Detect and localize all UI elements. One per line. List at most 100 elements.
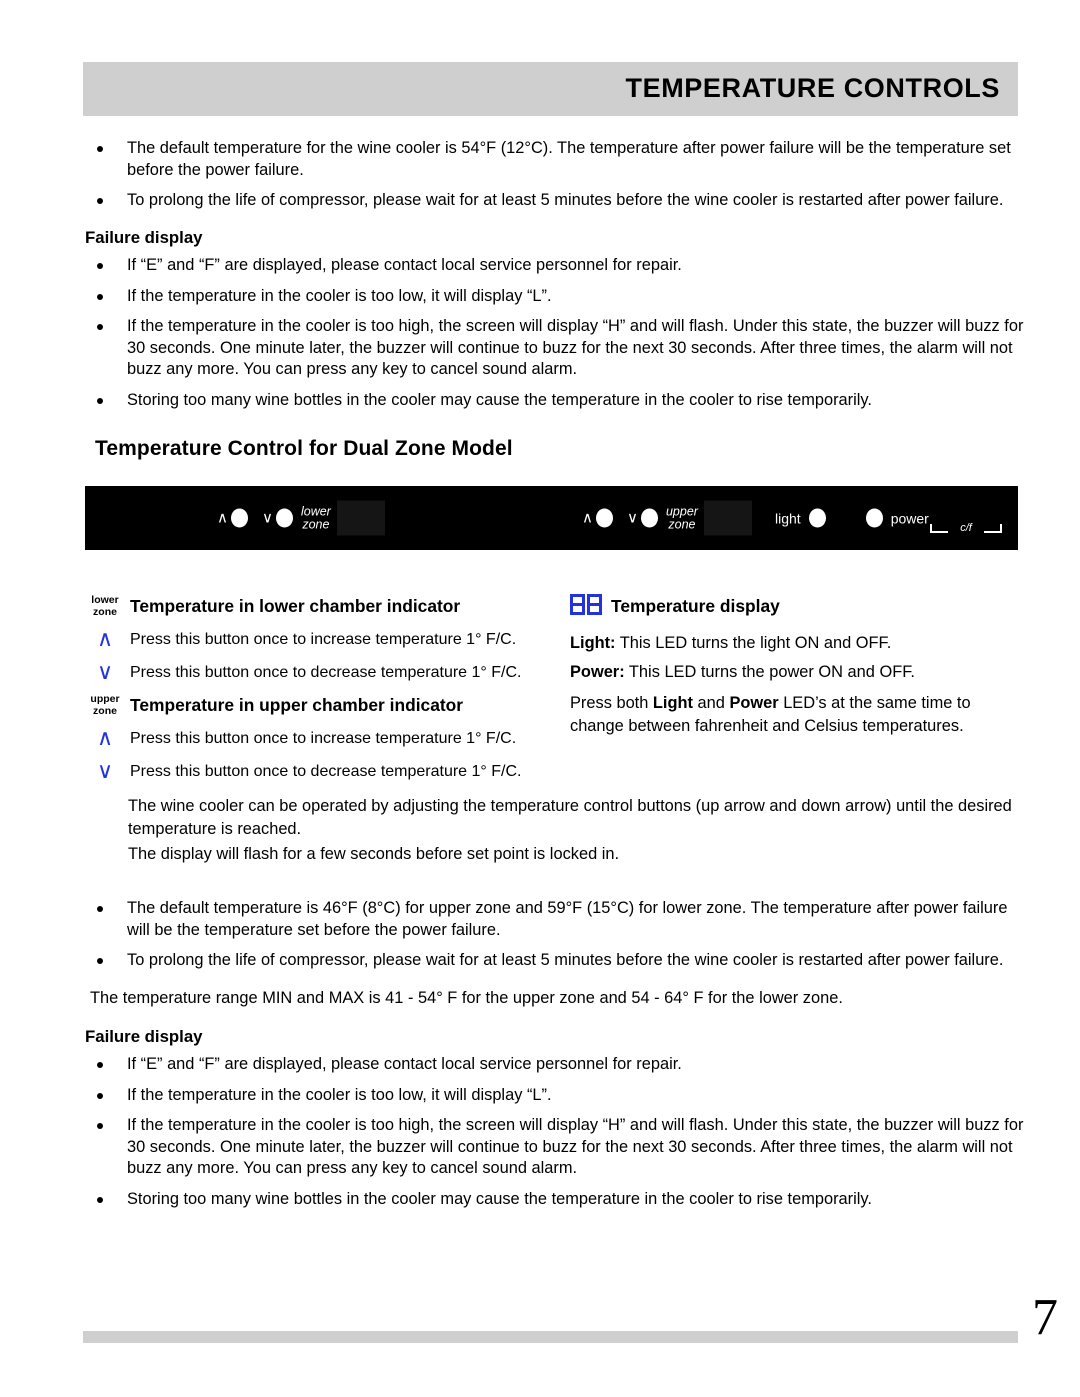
bullet-dot-icon — [97, 906, 103, 912]
chevron-up-icon[interactable]: ∧ — [582, 510, 593, 526]
failure-display-section-1: Failure display If “E” and “F” are displ… — [85, 228, 1025, 420]
page-number: 7 — [1032, 1289, 1058, 1346]
list-item-text: Storing too many wine bottles in the coo… — [127, 390, 872, 409]
seven-segment-display-icon — [570, 594, 604, 621]
page-footer-bar — [83, 1331, 1018, 1343]
temperature-display-label: Temperature display — [611, 596, 780, 616]
failure-display-heading: Failure display — [85, 228, 203, 247]
list-item: Storing too many wine bottles in the coo… — [85, 1189, 1025, 1211]
cf-desc-light: Light — [652, 694, 693, 712]
light-led-description: Light: This LED turns the light ON and O… — [570, 629, 1025, 658]
upper-zone-key-line2: zone — [93, 704, 117, 717]
legend-right-column: Temperature display Light: This LED turn… — [570, 594, 1025, 738]
temperature-display-legend: Temperature display — [570, 594, 1025, 621]
cf-desc-power: Power — [729, 694, 779, 712]
list-item-text: The default temperature is 46°F (8°C) fo… — [127, 899, 1008, 939]
failure-display-heading: Failure display — [85, 1027, 203, 1046]
seg-digit-tens — [570, 594, 585, 615]
chevron-down-icon: ∨ — [96, 759, 114, 784]
bullet-dot-icon — [97, 198, 103, 204]
control-panel-diagram: ∧ ∨ lower zone ∧ ∨ upper zone light powe… — [85, 486, 1018, 550]
upper-zone-key-icon: upper zone — [84, 693, 126, 717]
legend-left-column: lower zone Temperature in lower chamber … — [84, 594, 554, 792]
power-button[interactable] — [865, 508, 883, 528]
chevron-up-icon[interactable]: ∧ — [217, 510, 228, 526]
bracket-tick-right — [1000, 524, 1002, 532]
upper-zone-label-line1: upper — [665, 504, 698, 518]
lower-zone-temperature-display — [336, 500, 385, 536]
list-item: To prolong the life of compressor, pleas… — [85, 950, 1025, 972]
list-item: The default temperature for the wine coo… — [85, 138, 1025, 181]
chevron-down-icon: ∨ — [96, 660, 114, 685]
lower-zone-key-line2: zone — [93, 605, 117, 618]
chevron-up-icon: ∧ — [96, 726, 114, 751]
legend-item-lower-increase: ∧ Press this button once to increase tem… — [84, 627, 554, 658]
lower-zone-down-button[interactable] — [275, 508, 293, 528]
list-item: If the temperature in the cooler is too … — [85, 286, 1025, 308]
upper-zone-key-line1: upper — [90, 693, 120, 705]
bullet-dot-icon — [97, 293, 103, 300]
operation-paragraph: The wine cooler can be operated by adjus… — [128, 797, 1012, 838]
list-item: To prolong the life of compressor, pleas… — [85, 190, 1025, 212]
bullet-dot-icon — [97, 397, 103, 404]
legend-item-lower-decrease: ∨ Press this button once to decrease tem… — [84, 660, 554, 691]
legend-item-label: Temperature in upper chamber indicator — [130, 695, 464, 715]
cf-desc-pre: Press both — [570, 694, 653, 712]
celsius-fahrenheit-bracket: c/f — [930, 522, 1002, 536]
page-title: TEMPERATURE CONTROLS — [625, 72, 1000, 103]
upper-zone-up-button[interactable] — [595, 508, 613, 528]
cf-desc-mid: and — [692, 694, 730, 712]
power-led-label: Power: — [570, 663, 625, 681]
light-led-text: This LED turns the light ON and OFF. — [619, 634, 892, 652]
bullet-dot-icon — [97, 263, 103, 269]
list-item: If “E” and “F” are displayed, please con… — [85, 1054, 1025, 1076]
legend-item-upper-zone-indicator: upper zone Temperature in upper chamber … — [84, 693, 554, 724]
list-item-text: If the temperature in the cooler is too … — [127, 286, 552, 305]
list-item: The default temperature is 46°F (8°C) fo… — [85, 898, 1025, 941]
lower-zone-label-line2: zone — [302, 517, 330, 531]
flash-paragraph: The display will flash for a few seconds… — [128, 845, 620, 863]
light-button-label: light — [775, 510, 801, 526]
list-item: If the temperature in the cooler is too … — [85, 1115, 1025, 1180]
bullet-dot-icon — [97, 146, 103, 152]
section-title: Temperature Control for Dual Zone Model — [95, 437, 513, 460]
lower-zone-up-button[interactable] — [230, 508, 248, 528]
list-item-text: If the temperature in the cooler is too … — [127, 1085, 552, 1104]
legend-item-label: Temperature in lower chamber indicator — [130, 596, 461, 616]
chevron-down-icon[interactable]: ∨ — [262, 510, 273, 526]
chevron-up-icon: ∧ — [96, 627, 114, 652]
upper-zone-temperature-display — [703, 500, 752, 536]
chevron-down-icon[interactable]: ∨ — [627, 510, 638, 526]
list-item: If the temperature in the cooler is too … — [85, 316, 1025, 381]
lower-zone-label: lower zone — [301, 505, 331, 531]
bullet-dot-icon — [97, 958, 103, 964]
legend-item-label: Press this button once to decrease tempe… — [130, 763, 522, 780]
legend-item-label: Press this button once to increase tempe… — [130, 631, 517, 648]
lower-zone-controls: ∧ ∨ lower zone — [217, 500, 385, 536]
cf-toggle-description: Press both Light and Power LED’s at the … — [570, 692, 1025, 738]
cf-label: c/f — [960, 522, 972, 534]
list-item-text: If “E” and “F” are displayed, please con… — [127, 256, 682, 274]
bullet-dot-icon — [97, 1123, 103, 1129]
failure-display-section-2: Failure display If “E” and “F” are displ… — [85, 1027, 1025, 1219]
list-item-text: If the temperature in the cooler is too … — [127, 1116, 1024, 1177]
upper-zone-label-line2: zone — [668, 517, 696, 531]
power-button-label: power — [890, 510, 929, 526]
lower-zone-key-icon: lower zone — [84, 594, 126, 618]
legend-item-label: Press this button once to increase tempe… — [130, 730, 517, 747]
upper-zone-down-button[interactable] — [640, 508, 658, 528]
legend-item-upper-increase: ∧ Press this button once to increase tem… — [84, 726, 554, 757]
legend-item-label: Press this button once to decrease tempe… — [130, 664, 522, 681]
list-item-text: If the temperature in the cooler is too … — [127, 317, 1024, 378]
light-power-controls: light power — [775, 508, 929, 528]
seg-digit-ones — [587, 594, 602, 615]
bullet-dot-icon — [97, 1062, 103, 1068]
list-item-text: If “E” and “F” are displayed, please con… — [127, 1055, 682, 1073]
lower-zone-label-line1: lower — [300, 504, 331, 518]
dual-zone-bullet-list: The default temperature is 46°F (8°C) fo… — [85, 898, 1025, 981]
bullet-dot-icon — [97, 1196, 103, 1203]
list-item-text: Storing too many wine bottles in the coo… — [127, 1189, 872, 1208]
page-header-bar: TEMPERATURE CONTROLS — [83, 62, 1018, 116]
bullet-dot-icon — [97, 324, 103, 330]
light-button[interactable] — [808, 508, 826, 528]
